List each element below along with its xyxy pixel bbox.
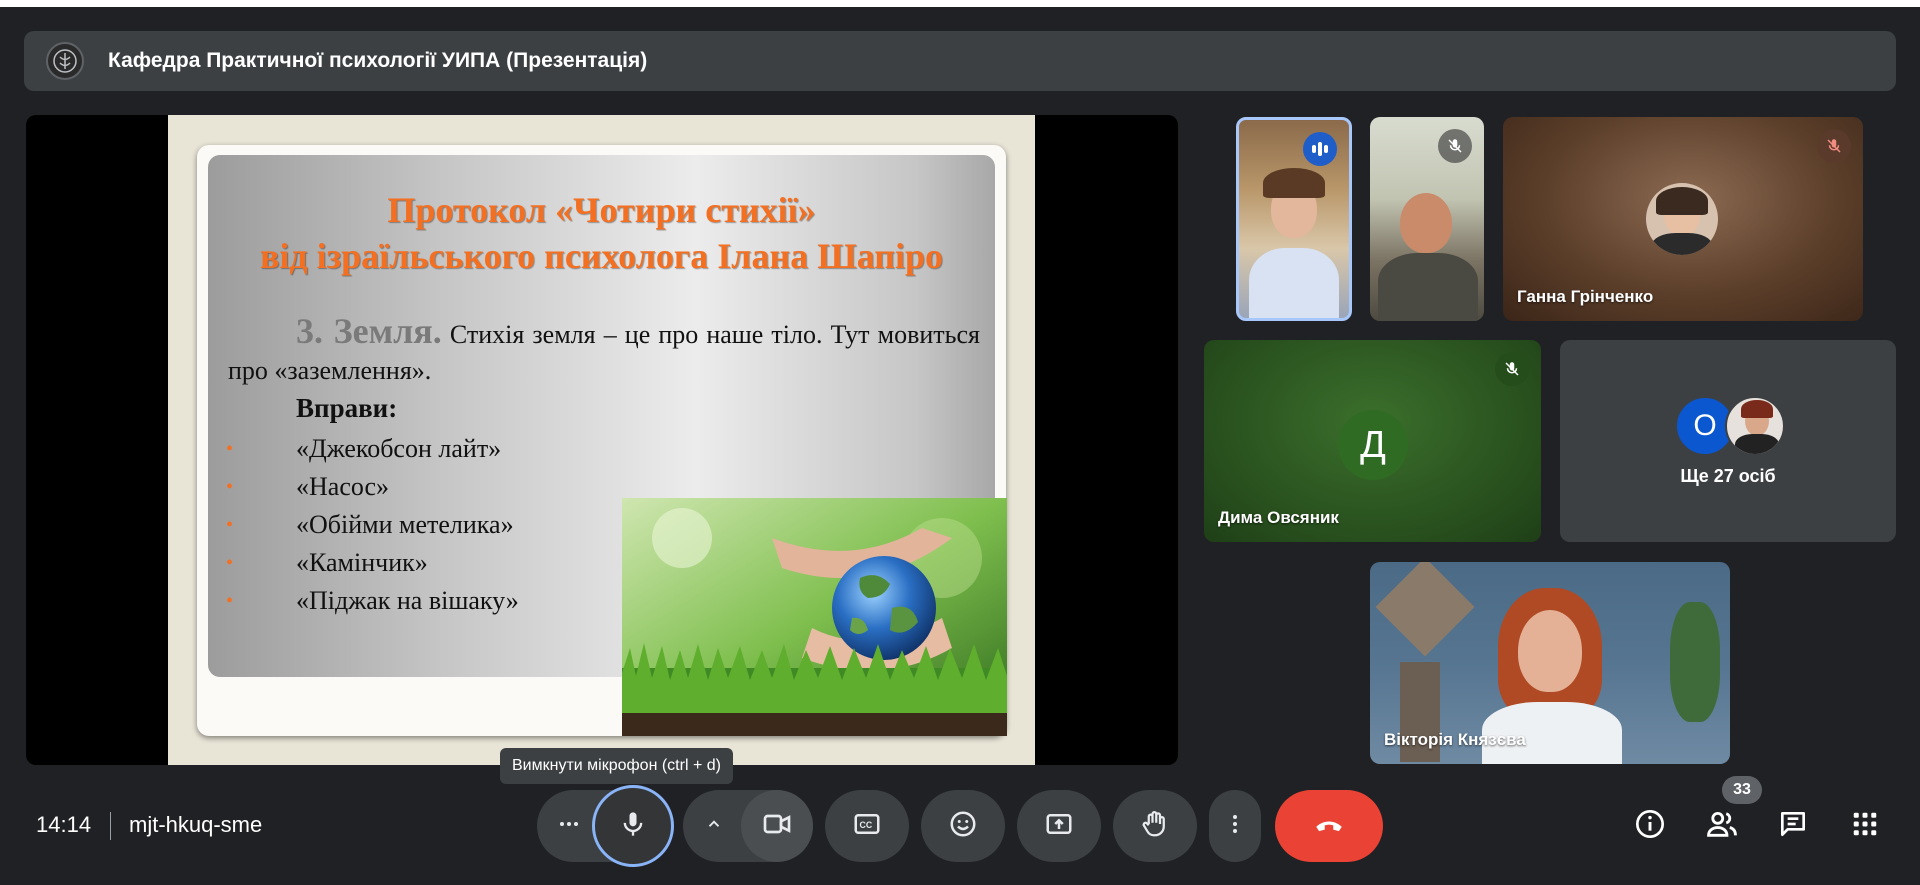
svg-text:CC: CC — [860, 819, 873, 829]
avatar — [1646, 183, 1718, 255]
list-item: • «Піджак на вішаку» — [226, 582, 519, 620]
closed-caption-icon: CC — [852, 809, 882, 844]
present-screen-icon — [1044, 809, 1074, 844]
mic-icon — [619, 810, 647, 843]
more-horiz-icon — [557, 812, 581, 841]
institution-logo-icon — [46, 42, 84, 80]
avatar — [1725, 396, 1785, 456]
participant-name: Вікторія Князєва — [1384, 730, 1526, 749]
people-icon — [1705, 807, 1739, 846]
participant-name: Ганна Грінченко — [1517, 287, 1654, 306]
slide-section-heading: 3. Земля. — [296, 311, 442, 351]
chat-button[interactable] — [1771, 804, 1815, 848]
leave-call-button[interactable] — [1275, 790, 1383, 862]
activities-button[interactable] — [1843, 804, 1887, 848]
participant-tile-self[interactable]: Вікторія Князєва — [1370, 562, 1730, 764]
bullet-marker: • — [226, 476, 234, 498]
list-item: • «Джекобсон лайт» — [226, 430, 519, 468]
participant-tile[interactable]: Д Дима Овсяник — [1204, 340, 1541, 542]
slide-title-line-1: Протокол «Чотири стихії» — [387, 190, 816, 230]
bullet-marker: • — [226, 514, 234, 536]
bullet-marker: • — [226, 552, 234, 574]
mic-off-icon — [1817, 129, 1851, 163]
info-icon — [1634, 808, 1666, 845]
slide-card: Протокол «Чотири стихії» від ізраїльсько… — [197, 145, 1007, 736]
participant-tile[interactable]: Ганна Грінченко — [1503, 117, 1863, 321]
chat-icon — [1777, 808, 1809, 845]
more-participants-tile[interactable]: О Ще 27 осіб — [1560, 340, 1896, 542]
slide: Протокол «Чотири стихії» від ізраїльсько… — [168, 115, 1035, 765]
bullet-marker: • — [226, 590, 234, 612]
mic-toggle-button[interactable] — [592, 785, 674, 867]
more-participants-label: Ще 27 осіб — [1680, 466, 1776, 486]
people-count-badge: 33 — [1722, 776, 1762, 804]
slide-body: 3. Земля. Стихія земля – це про наше тіл… — [228, 313, 980, 389]
meeting-title-bar: Кафедра Практичної психології УИПА (През… — [24, 31, 1896, 91]
divider — [110, 812, 111, 840]
raise-hand-icon — [1140, 809, 1170, 844]
presentation-stage: Протокол «Чотири стихії» від ізраїльсько… — [26, 115, 1178, 765]
slide-exercise-list: • «Джекобсон лайт» • «Насос» • «Обійми мете… — [226, 430, 519, 620]
more-options-button[interactable] — [1209, 790, 1261, 862]
meeting-title: Кафедра Практичної психології УИПА (През… — [108, 49, 648, 72]
call-end-icon — [1312, 807, 1346, 846]
meeting-time: 14:14 — [36, 812, 92, 837]
emoji-icon — [948, 809, 978, 844]
earth-in-hands-image — [622, 498, 1007, 736]
present-screen-button[interactable] — [1017, 790, 1101, 862]
raise-hand-button[interactable] — [1113, 790, 1197, 862]
reactions-button[interactable] — [921, 790, 1005, 862]
top-strip — [0, 0, 1920, 7]
speaking-indicator-icon — [1303, 132, 1337, 166]
avatar: Д — [1338, 410, 1408, 480]
list-item: • «Камінчик» — [226, 544, 519, 582]
meeting-code: mjt-hkuq-sme — [129, 812, 263, 837]
list-item: • «Насос» — [226, 468, 519, 506]
captions-button[interactable]: CC — [825, 790, 909, 862]
slide-exercises-heading: Вправи: — [296, 393, 398, 423]
apps-grid-icon — [1850, 809, 1880, 844]
control-bar: 14:14 mjt-hkuq-sme CC 33 — [0, 776, 1920, 870]
bullet-marker: • — [226, 438, 234, 460]
meeting-details-button[interactable] — [1628, 804, 1672, 848]
list-item: • «Обійми метелика» — [226, 506, 519, 544]
more-vert-icon — [1223, 812, 1247, 841]
participant-tile[interactable] — [1370, 117, 1484, 321]
people-button[interactable] — [1700, 804, 1744, 848]
participant-name: Дима Овсяник — [1218, 508, 1339, 527]
slide-title-line-2: від ізраїльського психолога Ілана Шапіро — [259, 236, 944, 276]
mic-tooltip: Вимкнути мікрофон (ctrl + d) — [500, 748, 733, 784]
participant-tile-speaking[interactable] — [1236, 117, 1352, 321]
camera-toggle-button[interactable] — [741, 790, 813, 862]
videocam-icon — [761, 808, 793, 845]
mic-off-icon — [1438, 129, 1472, 163]
mic-off-icon — [1495, 352, 1529, 386]
slide-title: Протокол «Чотири стихії» від ізраїльсько… — [208, 187, 995, 279]
chevron-up-icon — [705, 815, 723, 838]
